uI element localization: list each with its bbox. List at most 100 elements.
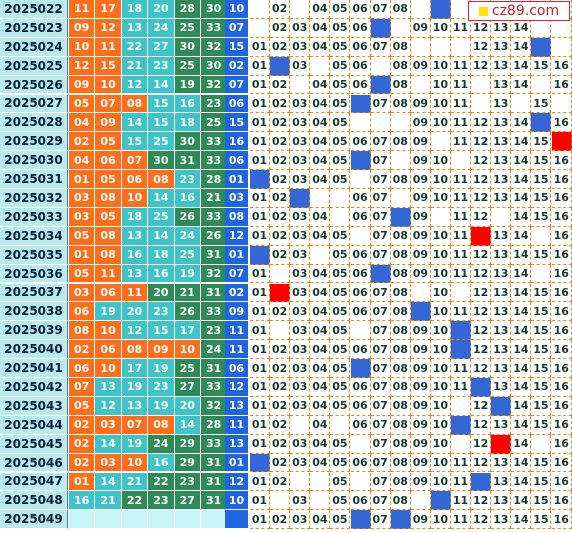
trend-ball-cell: 15	[531, 151, 552, 171]
trend-ball-cell: 08	[390, 453, 411, 473]
trend-ball-cell: 14	[511, 132, 532, 152]
trend-ball-cell	[551, 132, 572, 152]
trend-ball-cell: 16	[551, 491, 572, 511]
trend-ball-cell: 09	[410, 245, 431, 265]
trend-ball-cell: 15	[531, 132, 552, 152]
front-number: 25	[174, 18, 201, 38]
trend-ball-cell: 02	[270, 0, 291, 19]
trend-ball-cell: 03	[290, 359, 311, 378]
trend-ball-cell: 13	[491, 264, 512, 284]
trend-ball-cell: 01	[250, 226, 271, 246]
trend-ball-cell: 08	[390, 37, 411, 57]
trend-ball-cell: 16	[551, 170, 572, 189]
trend-ball-cell: 06	[350, 245, 371, 265]
trend-ball-cell: 04	[310, 132, 331, 152]
trend-ball-cell	[390, 207, 411, 227]
trend-ball-cell	[350, 170, 371, 189]
trend-ball-cell: 05	[330, 396, 351, 416]
back-number: 07	[225, 264, 249, 284]
front-number: 06	[95, 340, 122, 360]
back-number: 08	[225, 207, 249, 227]
issue-number: 2025022	[0, 0, 68, 19]
trend-ball-cell	[491, 396, 512, 416]
front-number: 15	[148, 113, 175, 133]
trend-ball-cell: 12	[471, 340, 492, 360]
issue-number: 2025046	[0, 453, 68, 473]
trend-ball-cell: 07	[370, 207, 391, 227]
trend-ball-cell	[451, 396, 472, 416]
trend-ball-cell: 16	[551, 378, 572, 397]
trend-ball-cell	[471, 472, 492, 492]
front-number: 31	[201, 453, 228, 473]
issue-number: 2025038	[0, 302, 68, 322]
trend-ball-cell: 16	[551, 321, 572, 341]
front-number: 25	[174, 359, 201, 378]
front-number: 19	[148, 396, 175, 416]
trend-ball-cell: 02	[270, 378, 291, 397]
trend-ball-cell: 14	[511, 264, 532, 284]
trend-ball-cell	[270, 321, 291, 341]
front-number: 08	[95, 226, 122, 246]
trend-ball-cell: 03	[290, 207, 311, 227]
front-number: 25	[174, 56, 201, 76]
front-number: 13	[121, 18, 149, 38]
front-number: 06	[69, 302, 96, 322]
trend-ball-cell	[270, 56, 291, 76]
trend-ball-cell: 05	[330, 75, 351, 95]
trend-ball-cell: 09	[410, 340, 431, 360]
trend-ball-cell: 01	[250, 264, 271, 284]
front-number: 23	[148, 56, 175, 76]
trend-ball-cell	[531, 264, 552, 284]
trend-ball-cell	[330, 189, 351, 208]
trend-ball-cell: 01	[250, 37, 271, 57]
front-number: 08	[121, 340, 149, 360]
trend-ball-cell: 07	[370, 94, 391, 114]
trend-ball-cell: 13	[491, 302, 512, 322]
trend-ball-cell	[430, 0, 451, 19]
trend-ball-cell: 03	[290, 226, 311, 246]
trend-ball-cell	[531, 226, 552, 246]
trend-ball-cell: 10	[430, 189, 451, 208]
front-number: 09	[69, 18, 96, 38]
trend-ball-cell	[310, 472, 331, 492]
front-number: 25	[201, 113, 228, 133]
trend-ball-cell: 14	[511, 245, 532, 265]
trend-ball-cell: 14	[511, 113, 532, 133]
front-number: 03	[95, 415, 122, 435]
front-number: 19	[121, 378, 149, 397]
trend-ball-cell: 10	[430, 302, 451, 322]
issue-number: 2025045	[0, 434, 68, 454]
back-number: 09	[225, 302, 249, 322]
trend-ball-cell: 05	[330, 0, 351, 19]
front-number: 19	[121, 434, 149, 454]
trend-ball-cell: 01	[250, 132, 271, 152]
trend-ball-cell: 15	[531, 189, 552, 208]
trend-ball-cell	[491, 207, 512, 227]
trend-ball-cell: 01	[250, 75, 271, 95]
trend-ball-cell: 05	[330, 18, 351, 38]
back-number: 11	[225, 415, 249, 435]
front-number: 19	[174, 264, 201, 284]
trend-ball-cell: 14	[511, 415, 532, 435]
trend-ball-cell: 03	[290, 151, 311, 171]
trend-ball-cell	[451, 321, 472, 341]
trend-ball-cell: 04	[310, 0, 331, 19]
back-number: 13	[225, 434, 249, 454]
trend-ball-cell: 01	[250, 340, 271, 360]
site-logo: cz89.com	[468, 1, 570, 21]
front-number: 24	[174, 226, 201, 246]
trend-ball-cell: 16	[551, 56, 572, 76]
lottery-trend-grid: 2025022 11 17 18 20 28 30 10 02 04 05 06 07 08 2025023…	[0, 0, 572, 533]
trend-ball-cell: 08	[390, 75, 411, 95]
front-number: 19	[95, 302, 122, 322]
back-number: 01	[225, 245, 249, 265]
trend-ball-cell	[451, 415, 472, 435]
trend-ball-cell: 13	[491, 170, 512, 189]
trend-ball-cell: 16	[551, 226, 572, 246]
trend-ball-cell: 02	[270, 226, 291, 246]
trend-ball-cell	[290, 189, 311, 208]
trend-ball-cell: 08	[390, 170, 411, 189]
front-number: 10	[121, 453, 149, 473]
trend-ball-cell	[390, 18, 411, 38]
front-number	[95, 510, 122, 530]
